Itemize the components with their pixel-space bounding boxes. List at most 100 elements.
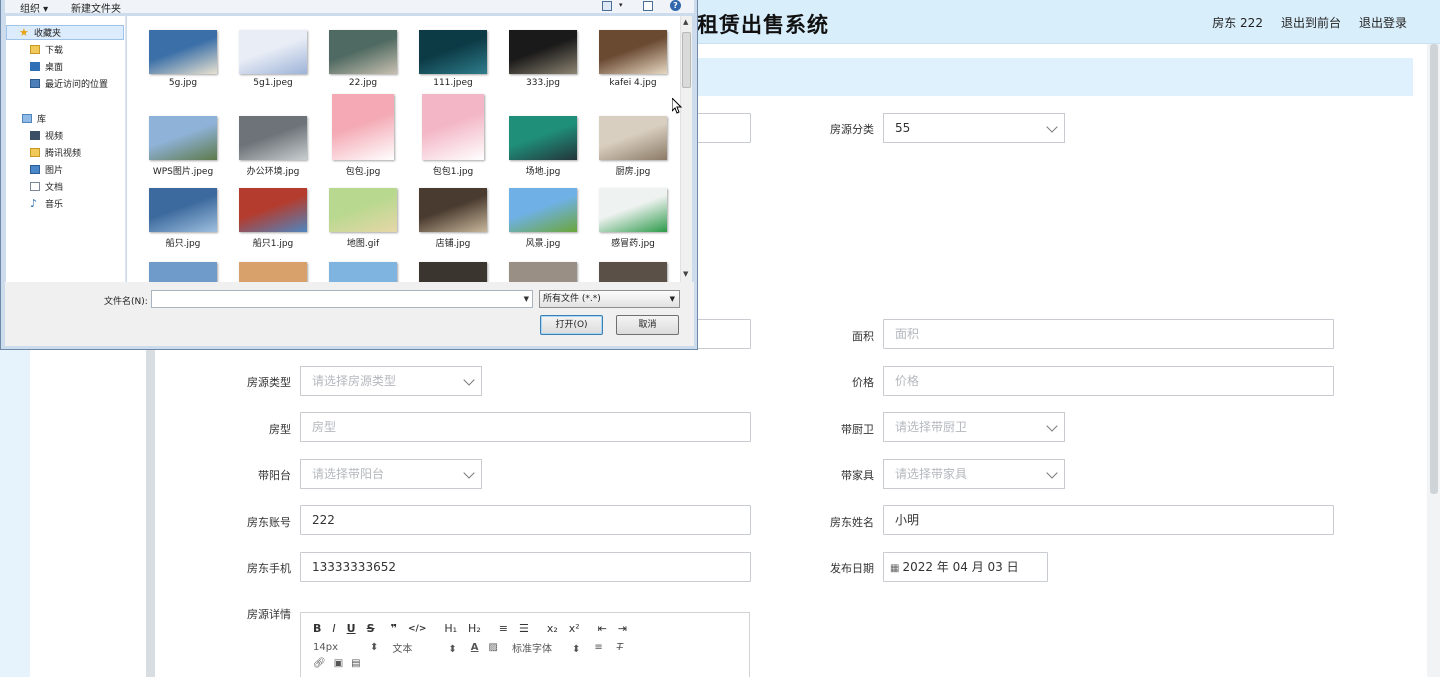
price-input[interactable]: 价格 <box>883 366 1334 396</box>
file-item[interactable]: 333.jpg <box>502 30 584 88</box>
landlord-name-input[interactable]: 小明 <box>883 505 1334 535</box>
video-icon[interactable]: ▤ <box>351 658 360 669</box>
file-item[interactable]: 包包.jpg <box>322 94 404 177</box>
filetype-select[interactable]: 所有文件 (*.*) ▼ <box>539 290 680 308</box>
file-item[interactable]: 厨房.jpg <box>592 116 674 177</box>
nav-music[interactable]: ♪ 音乐 <box>6 196 63 211</box>
view-options-icon[interactable] <box>602 1 612 11</box>
file-thumbnail <box>149 188 217 232</box>
name-field-partial[interactable] <box>697 319 751 349</box>
file-item[interactable]: 5g.jpg <box>142 30 224 88</box>
nav-tencent-video[interactable]: 腾讯视频 <box>6 145 81 160</box>
cancel-button[interactable]: 取消 <box>616 315 679 335</box>
file-item[interactable]: 风景.jpg <box>502 188 584 249</box>
price-label: 价格 <box>852 376 874 389</box>
nav-desktop[interactable]: 桌面 <box>6 59 63 74</box>
scroll-down-icon[interactable]: ▼ <box>683 271 690 278</box>
nav-recent[interactable]: 最近访问的位置 <box>6 76 108 91</box>
page-scrollbar[interactable] <box>1427 44 1440 677</box>
code-button[interactable]: </> <box>408 624 426 634</box>
filename-dropdown-icon[interactable]: ▼ <box>524 295 529 303</box>
file-thumbnail-partial[interactable] <box>329 262 397 282</box>
chevron-down-icon <box>1046 121 1058 133</box>
file-item[interactable]: 地图.gif <box>322 188 404 249</box>
file-item[interactable]: 5g1.jpeg <box>232 30 314 88</box>
image-icon[interactable]: ▣ <box>334 658 343 669</box>
link-icon[interactable]: 🔗︎ <box>313 658 326 669</box>
h2-button[interactable]: H₂ <box>468 622 481 635</box>
nav-favorites[interactable]: ★ 收藏夹 <box>6 25 124 40</box>
align-icon[interactable]: ≡ <box>594 642 602 653</box>
balcony-select[interactable]: 请选择带阳台 <box>300 459 482 489</box>
logout-link[interactable]: 退出登录 <box>1359 14 1407 31</box>
nav-downloads[interactable]: 下载 <box>6 42 63 57</box>
file-grid-scrollbar-thumb[interactable] <box>682 32 691 88</box>
user-nav-landlord[interactable]: 房东 222 <box>1212 14 1263 31</box>
file-thumbnail-partial[interactable] <box>599 262 667 282</box>
scroll-up-icon[interactable]: ▲ <box>683 19 690 26</box>
file-item[interactable]: 店铺.jpg <box>412 188 494 249</box>
bullet-list-button[interactable]: ☰ <box>519 622 529 635</box>
title-field-partial[interactable] <box>697 113 751 143</box>
landlord-account-input[interactable]: 222 <box>300 505 751 535</box>
landlord-phone-input[interactable]: 13333333652 <box>300 552 751 582</box>
file-item[interactable]: 办公环境.jpg <box>232 116 314 177</box>
open-button[interactable]: 打开(O) <box>540 315 603 335</box>
text-style-select[interactable]: 文本 ⬍ <box>392 640 456 655</box>
kitchen-bath-select[interactable]: 请选择带厨卫 <box>883 412 1065 442</box>
file-item[interactable]: 船只.jpg <box>142 188 224 249</box>
new-folder-button[interactable]: 新建文件夹 <box>71 0 121 15</box>
file-item[interactable]: 22.jpg <box>322 30 404 88</box>
furniture-select[interactable]: 请选择带家具 <box>883 459 1065 489</box>
outdent-button[interactable]: ⇤ <box>598 622 607 635</box>
category-select[interactable]: 55 <box>883 113 1065 143</box>
nav-documents[interactable]: 文档 <box>6 179 63 194</box>
help-icon[interactable]: ? <box>670 0 681 11</box>
indent-button[interactable]: ⇥ <box>618 622 627 635</box>
nav-libraries[interactable]: 库 <box>6 111 46 126</box>
area-input[interactable]: 面积 <box>883 319 1334 349</box>
file-thumbnail-partial[interactable] <box>149 262 217 282</box>
rich-text-editor[interactable]: B I U S ❞ </> H₁ H₂ ≡ ☰ x₂ x² ⇤ ⇥ 14px ⬍ … <box>300 612 750 677</box>
subscript-button[interactable]: x₂ <box>547 622 558 635</box>
font-color-icon[interactable]: A <box>471 642 479 653</box>
view-dropdown-icon[interactable]: ▾ <box>619 1 623 9</box>
library-icon <box>22 114 32 123</box>
background-color-icon[interactable]: ▨ <box>489 642 498 653</box>
italic-button[interactable]: I <box>332 622 335 635</box>
publish-date-input[interactable]: ▦ 2022 年 04 月 03 日 <box>883 552 1048 582</box>
strike-button[interactable]: S <box>367 622 375 635</box>
underline-button[interactable]: U <box>347 622 356 635</box>
organize-menu[interactable]: 组织 ▾ <box>20 0 48 15</box>
file-item[interactable]: 包包1.jpg <box>412 94 494 177</box>
blockquote-button[interactable]: ❞ <box>391 622 397 635</box>
nav-downloads-label: 下载 <box>45 46 64 56</box>
file-thumbnail-partial[interactable] <box>239 262 307 282</box>
superscript-button[interactable]: x² <box>569 622 580 635</box>
h1-button[interactable]: H₁ <box>444 622 457 635</box>
nav-videos[interactable]: 视频 <box>6 128 63 143</box>
nav-pictures[interactable]: 图片 <box>6 162 63 177</box>
editor-toolbar-row-2: 14px ⬍ 文本 ⬍ A ▨ 标准字体 ⬍ ≡ T̶ <box>313 640 637 655</box>
font-size-select[interactable]: 14px ⬍ <box>313 642 378 653</box>
file-thumbnail-partial[interactable] <box>509 262 577 282</box>
file-item[interactable]: WPS图片.jpeg <box>142 116 224 177</box>
ordered-list-button[interactable]: ≡ <box>499 622 508 635</box>
house-type-select[interactable]: 请选择房源类型 <box>300 366 482 396</box>
file-item[interactable]: kafei 4.jpg <box>592 30 674 88</box>
file-item[interactable]: 船只1.jpg <box>232 188 314 249</box>
file-item[interactable]: 111.jpeg <box>412 30 494 88</box>
layout-input[interactable]: 房型 <box>300 412 751 442</box>
clear-format-icon[interactable]: T̶ <box>617 642 623 653</box>
bold-button[interactable]: B <box>313 622 321 635</box>
file-thumbnail-partial[interactable] <box>419 262 487 282</box>
filename-input[interactable]: ▼ <box>151 290 533 308</box>
file-name: 店铺.jpg <box>435 239 471 249</box>
file-item[interactable]: 感冒药.jpg <box>592 188 674 249</box>
font-family-select[interactable]: 标准字体 ⬍ <box>512 640 580 655</box>
back-to-frontend-link[interactable]: 退出到前台 <box>1281 14 1341 31</box>
file-grid-scrollbar[interactable]: ▲ ▼ <box>680 16 692 282</box>
preview-pane-icon[interactable] <box>643 1 653 11</box>
page-scrollbar-thumb[interactable] <box>1430 44 1438 494</box>
file-item[interactable]: 场地.jpg <box>502 116 584 177</box>
